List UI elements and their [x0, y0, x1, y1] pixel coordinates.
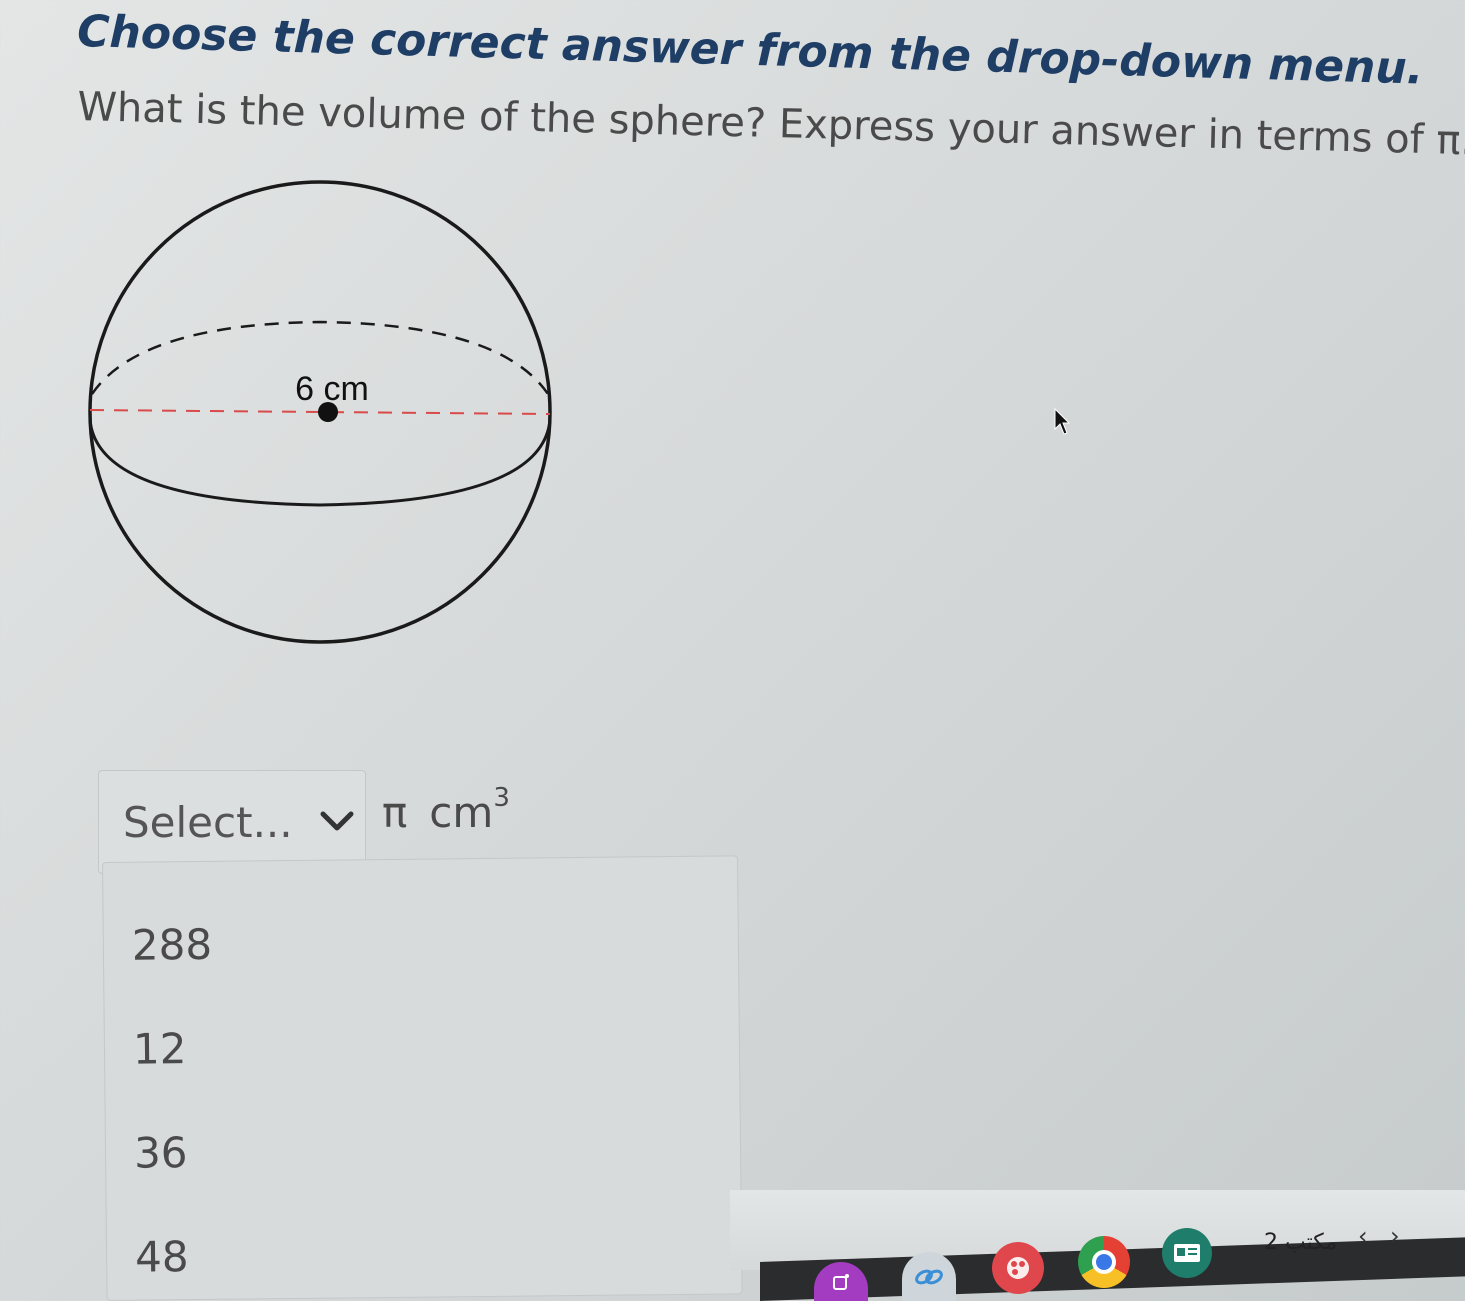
- sphere-equator-front: [88, 419, 552, 507]
- radius-label: 6 cm: [295, 370, 369, 408]
- chevron-down-icon: [320, 811, 354, 831]
- unit-label: π cm3: [382, 783, 510, 837]
- option-288[interactable]: 288: [132, 920, 213, 970]
- instruction-text: Choose the correct answer from the drop-…: [76, 6, 1425, 95]
- unit-exponent: 3: [493, 783, 510, 813]
- answer-dropdown[interactable]: Select...: [98, 770, 366, 874]
- unit-cm: cm: [429, 788, 494, 837]
- desk-prev-button[interactable]: ‹: [1358, 1222, 1368, 1250]
- question-text: What is the volume of the sphere? Expres…: [76, 84, 1465, 165]
- unit-pi: π: [382, 788, 408, 837]
- option-12[interactable]: 12: [133, 1024, 187, 1074]
- option-36[interactable]: 36: [134, 1128, 188, 1178]
- dropdown-options-list: 288 12 36 48: [102, 855, 743, 1301]
- virtual-desk-label[interactable]: 2 مكتب: [1264, 1230, 1337, 1255]
- mouse-cursor-icon: [1054, 408, 1070, 435]
- classroom-icon[interactable]: [1162, 1228, 1212, 1278]
- paint-icon[interactable]: [992, 1242, 1044, 1294]
- link-app-icon[interactable]: [902, 1252, 956, 1301]
- desk-next-button[interactable]: ›: [1390, 1222, 1400, 1250]
- option-48[interactable]: 48: [135, 1232, 189, 1282]
- dropdown-placeholder: Select...: [123, 797, 293, 847]
- chrome-icon[interactable]: [1078, 1236, 1130, 1288]
- sphere-diagram: 6 cm: [88, 180, 552, 644]
